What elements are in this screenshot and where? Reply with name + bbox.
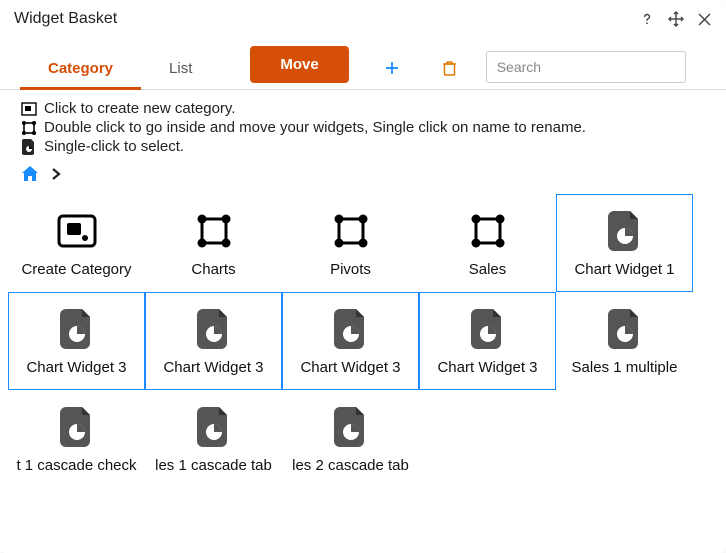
grid-item[interactable]: les 2 cascade tab	[282, 390, 419, 488]
move-window-icon[interactable]	[667, 10, 685, 28]
grid-item-label[interactable]: Pivots	[330, 261, 371, 278]
grid-item[interactable]: les 1 cascade tab	[145, 390, 282, 488]
widget-icon	[60, 307, 94, 351]
grid-item-label[interactable]: Sales 1 multiple	[572, 359, 678, 376]
move-button[interactable]: Move	[250, 46, 348, 83]
tab-list[interactable]: List	[141, 52, 220, 90]
grid-item-label[interactable]: Chart Widget 3	[437, 359, 537, 376]
grid-item-label[interactable]: les 2 cascade tab	[292, 457, 409, 474]
category-icon	[468, 209, 508, 253]
grid-item-label[interactable]: Create Category	[21, 261, 131, 278]
grid-item-label[interactable]: Chart Widget 1	[574, 261, 674, 278]
grid-item[interactable]: Chart Widget 3	[8, 292, 145, 390]
create-category-icon	[55, 209, 99, 253]
breadcrumb	[0, 161, 726, 194]
tab-category[interactable]: Category	[20, 52, 141, 90]
add-button[interactable]	[377, 53, 407, 83]
hint-select-text: Single-click to select.	[44, 138, 184, 155]
delete-button[interactable]	[435, 53, 464, 83]
grid-item-label[interactable]: les 1 cascade tab	[155, 457, 272, 474]
home-icon[interactable]	[20, 165, 40, 186]
grid-item-label[interactable]: Sales	[469, 261, 507, 278]
hint-select: Single-click to select.	[20, 138, 706, 155]
hint-create-text: Click to create new category.	[44, 100, 235, 117]
grid-item[interactable]: Create Category	[8, 194, 145, 292]
widget-icon	[334, 307, 368, 351]
grid-item[interactable]: Charts	[145, 194, 282, 292]
grid-item-label[interactable]: Charts	[191, 261, 235, 278]
grid-item[interactable]: t 1 cascade check	[8, 390, 145, 488]
grid-item[interactable]: Sales	[419, 194, 556, 292]
grid-item[interactable]: Chart Widget 1	[556, 194, 693, 292]
widget-icon	[608, 307, 642, 351]
grid-item[interactable]: Sales 1 multiple	[556, 292, 693, 390]
widget-icon	[471, 307, 505, 351]
search-input[interactable]	[486, 51, 686, 83]
category-icon	[194, 209, 234, 253]
window-title: Widget Basket	[14, 10, 117, 28]
close-icon[interactable]	[697, 12, 712, 27]
widget-icon	[334, 405, 368, 449]
toolbar: Category List Move	[0, 36, 726, 90]
category-icon	[331, 209, 371, 253]
hint-move-text: Double click to go inside and move your …	[44, 119, 586, 136]
hint-move: Double click to go inside and move your …	[20, 119, 706, 136]
chevron-right-icon	[50, 166, 62, 185]
widget-icon	[197, 405, 231, 449]
help-icon[interactable]	[639, 11, 655, 27]
grid-item[interactable]: Chart Widget 3	[282, 292, 419, 390]
widget-icon	[60, 405, 94, 449]
grid-item[interactable]: Pivots	[282, 194, 419, 292]
widget-icon	[197, 307, 231, 351]
grid-item[interactable]: Chart Widget 3	[145, 292, 282, 390]
widget-icon	[608, 209, 642, 253]
widget-basket-window: Widget Basket Category List Move	[0, 0, 726, 553]
grid-item-label[interactable]: Chart Widget 3	[300, 359, 400, 376]
widget-hint-icon	[20, 139, 38, 155]
category-hint-icon	[20, 120, 38, 136]
grid-item-label[interactable]: t 1 cascade check	[16, 457, 136, 474]
search-box	[486, 51, 686, 83]
items-grid: Create Category Charts Pivots Sales Chart Wi…	[0, 194, 726, 488]
hint-create: Click to create new category.	[20, 100, 706, 117]
grid-item-label[interactable]: Chart Widget 3	[163, 359, 263, 376]
titlebar: Widget Basket	[0, 6, 726, 36]
hints: Click to create new category. Double cli…	[0, 90, 726, 161]
create-category-hint-icon	[20, 102, 38, 116]
grid-item-label[interactable]: Chart Widget 3	[26, 359, 126, 376]
grid-item[interactable]: Chart Widget 3	[419, 292, 556, 390]
